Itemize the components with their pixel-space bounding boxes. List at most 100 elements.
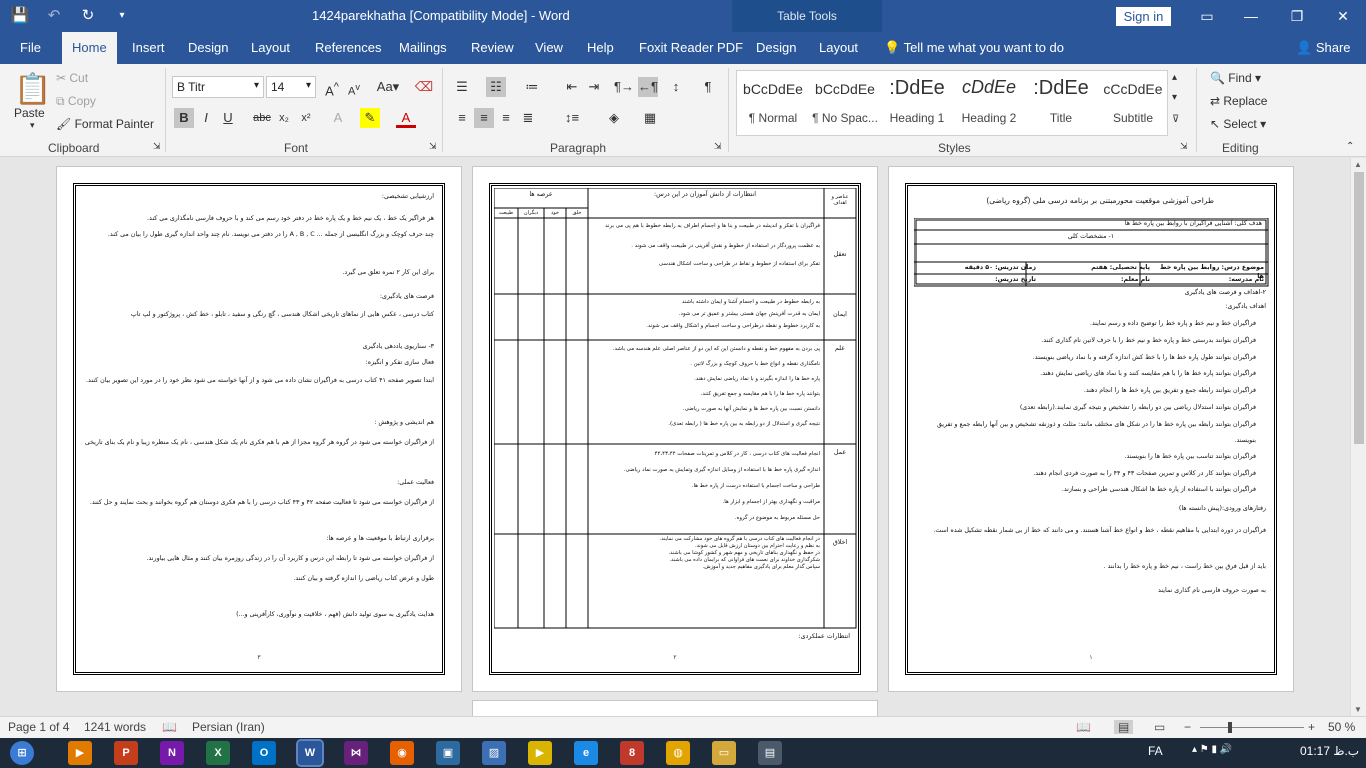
- page-count[interactable]: Page 1 of 4: [8, 720, 69, 734]
- save-icon[interactable]: 💾: [8, 4, 32, 28]
- style-normal[interactable]: bCcDdEe ¶ Normal: [737, 71, 809, 135]
- internet-explorer-icon[interactable]: e: [574, 741, 598, 765]
- style-subtitle[interactable]: cCcDdEe Subtitle: [1097, 71, 1169, 135]
- powerpoint-icon[interactable]: P: [114, 741, 138, 765]
- change-case-icon[interactable]: Aa▾: [374, 77, 402, 97]
- italic-button[interactable]: I: [196, 108, 216, 128]
- onenote-icon[interactable]: N: [160, 741, 184, 765]
- select-button[interactable]: ↖ Select ▾: [1210, 117, 1266, 131]
- paste-dropdown-icon[interactable]: ▾: [30, 120, 35, 131]
- bold-button[interactable]: B: [174, 108, 194, 128]
- language-indicator[interactable]: Persian (Iran): [192, 720, 265, 734]
- shading-icon[interactable]: ◈: [604, 108, 624, 128]
- zoom-slider-thumb[interactable]: [1228, 722, 1232, 733]
- font-size-select[interactable]: 14 ▾: [266, 76, 316, 98]
- font-name-select[interactable]: B Titr ▾: [172, 76, 264, 98]
- cut-button[interactable]: ✂ Cut: [56, 71, 88, 85]
- vertical-scrollbar[interactable]: ▲ ▼: [1350, 158, 1366, 716]
- ltr-icon[interactable]: ¶→: [614, 77, 634, 97]
- clear-formatting-icon[interactable]: ⌫: [414, 77, 434, 97]
- tab-review[interactable]: Review: [471, 32, 514, 64]
- align-right-icon[interactable]: ≡: [496, 108, 516, 128]
- redo-icon[interactable]: ↻: [76, 4, 100, 28]
- style-no-spacing[interactable]: bCcDdEe ¶ No Spac...: [809, 71, 881, 135]
- scroll-thumb[interactable]: [1354, 172, 1364, 444]
- sort-icon[interactable]: ↕: [666, 77, 686, 97]
- text-effects-icon[interactable]: A: [328, 108, 348, 128]
- tab-layout[interactable]: Layout: [251, 32, 290, 64]
- increase-indent-icon[interactable]: ⇥: [584, 77, 604, 97]
- format-painter-button[interactable]: 🖌 Format Painter: [56, 117, 154, 131]
- kmplayer-icon[interactable]: ▶: [528, 741, 552, 765]
- font-launcher-icon[interactable]: ⇲: [429, 141, 437, 152]
- superscript-button[interactable]: x²: [296, 108, 316, 128]
- word-icon[interactable]: W: [296, 739, 324, 767]
- excel-icon[interactable]: X: [206, 741, 230, 765]
- bullets-icon[interactable]: ☰: [452, 77, 472, 97]
- zoom-slider[interactable]: [1200, 727, 1304, 728]
- tell-me-box[interactable]: 💡 Tell me what you want to do: [884, 32, 1064, 64]
- tab-home[interactable]: Home: [62, 32, 117, 64]
- input-language[interactable]: FA: [1148, 744, 1163, 758]
- font-color-icon[interactable]: A: [396, 108, 416, 128]
- paragraph-launcher-icon[interactable]: ⇲: [714, 141, 722, 152]
- tab-mailings[interactable]: Mailings: [399, 32, 447, 64]
- highlight-icon[interactable]: ✎: [360, 108, 380, 128]
- screenshot-tool-icon[interactable]: ▣: [436, 741, 460, 765]
- outlook-icon[interactable]: O: [252, 741, 276, 765]
- justify-icon[interactable]: ≣: [518, 108, 538, 128]
- styles-launcher-icon[interactable]: ⇲: [1180, 141, 1188, 152]
- show-marks-icon[interactable]: ¶: [698, 77, 718, 97]
- zoom-out-icon[interactable]: −: [1184, 720, 1191, 734]
- app-window-icon[interactable]: ▤: [758, 741, 782, 765]
- clock[interactable]: 01:17 ب.ظ: [1300, 744, 1359, 758]
- scroll-down-icon[interactable]: ▼: [1354, 705, 1362, 714]
- tab-references[interactable]: References: [315, 32, 381, 64]
- align-center-icon[interactable]: ≡: [474, 108, 494, 128]
- zoom-in-icon[interactable]: +: [1308, 720, 1315, 734]
- multilevel-list-icon[interactable]: ≔: [522, 77, 542, 97]
- style-heading-2[interactable]: cDdEe Heading 2: [953, 71, 1025, 135]
- numbering-icon[interactable]: ☷: [486, 77, 506, 97]
- zoom-level[interactable]: 50 %: [1328, 720, 1355, 734]
- customize-qat-icon[interactable]: ▾: [110, 4, 134, 28]
- tab-table-design[interactable]: Design: [756, 32, 796, 64]
- tray-icons[interactable]: ▴ ⚑ ▮ 🔊: [1192, 744, 1232, 755]
- document-area[interactable]: ارزشیابی تشخیصی: هر فراگیر یک خط ، یک نی…: [0, 158, 1350, 716]
- align-left-icon[interactable]: ≡: [452, 108, 472, 128]
- strikethrough-button[interactable]: abc: [252, 108, 272, 128]
- undo-icon[interactable]: ↶: [42, 4, 66, 28]
- word-count[interactable]: 1241 words: [84, 720, 146, 734]
- app-icon[interactable]: 8: [620, 741, 644, 765]
- decrease-indent-icon[interactable]: ⇤: [562, 77, 582, 97]
- chrome-icon[interactable]: ◍: [666, 741, 690, 765]
- underline-button[interactable]: U: [218, 108, 238, 128]
- replace-button[interactable]: ⇄ Replace: [1210, 94, 1267, 108]
- scroll-up-icon[interactable]: ▲: [1354, 160, 1362, 169]
- web-layout-icon[interactable]: ▭: [1154, 720, 1165, 734]
- paste-button[interactable]: Paste: [14, 106, 45, 120]
- tab-foxit[interactable]: Foxit Reader PDF: [639, 32, 743, 64]
- subscript-button[interactable]: x₂: [274, 108, 294, 128]
- line-spacing-icon[interactable]: ↕≡: [562, 108, 582, 128]
- styles-scroll-up-icon[interactable]: ▴: [1172, 72, 1177, 83]
- close-button[interactable]: ✕: [1320, 0, 1366, 32]
- paste-icon[interactable]: 📋: [14, 72, 51, 107]
- tab-design[interactable]: Design: [188, 32, 228, 64]
- read-mode-icon[interactable]: 📖: [1076, 720, 1091, 734]
- media-player-icon[interactable]: ▶: [68, 741, 92, 765]
- copy-button[interactable]: ⧉ Copy: [56, 94, 96, 109]
- ribbon-display-icon[interactable]: ▭: [1184, 0, 1230, 32]
- find-button[interactable]: 🔍 Find ▾: [1210, 71, 1261, 85]
- restore-button[interactable]: ❐: [1274, 0, 1320, 32]
- collapse-ribbon-icon[interactable]: ⌃: [1346, 141, 1354, 152]
- clipboard-launcher-icon[interactable]: ⇲: [153, 141, 161, 152]
- sign-in-button[interactable]: Sign in: [1116, 7, 1171, 26]
- visual-studio-icon[interactable]: ⋈: [344, 741, 368, 765]
- rtl-icon[interactable]: ←¶: [638, 77, 658, 97]
- style-heading-1[interactable]: :DdEe Heading 1: [881, 71, 953, 135]
- firefox-icon[interactable]: ◉: [390, 741, 414, 765]
- styles-more-icon[interactable]: ⊽: [1172, 114, 1179, 125]
- file-explorer-icon[interactable]: ▭: [712, 741, 736, 765]
- tab-insert[interactable]: Insert: [132, 32, 165, 64]
